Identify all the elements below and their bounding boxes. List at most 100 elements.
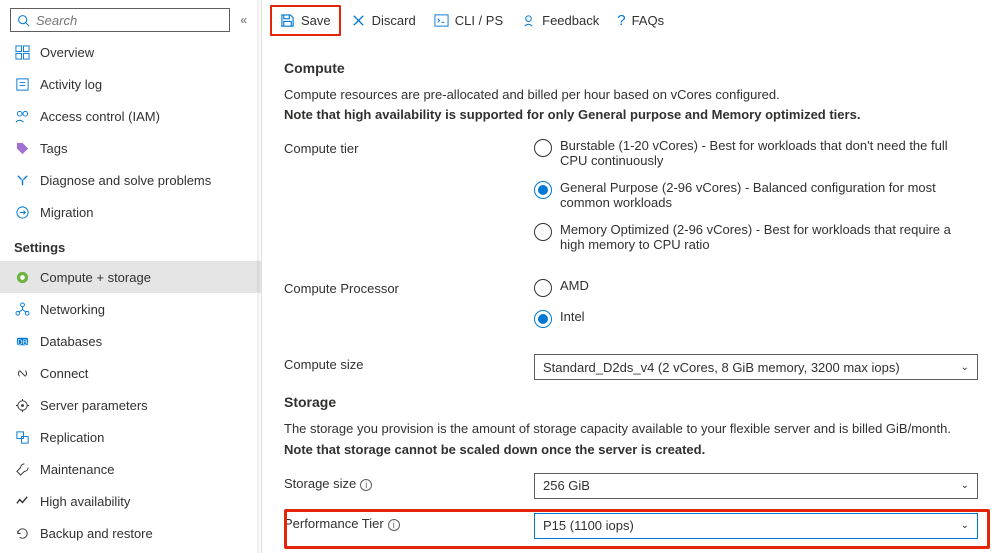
svg-text:DB: DB [17, 337, 27, 346]
faqs-button[interactable]: ? FAQs [609, 6, 672, 35]
save-icon [280, 13, 295, 28]
overview-icon [14, 44, 30, 60]
search-icon [17, 14, 30, 27]
sidebar-item-label: Overview [40, 45, 94, 60]
compute-tier-general-purpose[interactable]: General Purpose (2-96 vCores) - Balanced… [534, 180, 978, 210]
discard-icon [351, 13, 366, 28]
sidebar-item-label: Databases [40, 334, 102, 349]
search-input-wrapper[interactable] [10, 8, 230, 32]
sidebar-item-migration[interactable]: Migration [0, 196, 261, 228]
connect-icon [14, 365, 30, 381]
toolbar: Save Discard CLI / PS Feedback ? FAQs [262, 0, 1000, 40]
sidebar-item-overview[interactable]: Overview [0, 36, 261, 68]
access-control-icon [14, 108, 30, 124]
toolbar-label: Feedback [542, 13, 599, 28]
feedback-button[interactable]: Feedback [513, 7, 607, 34]
server-parameters-icon [14, 397, 30, 413]
sidebar-item-access-control[interactable]: Access control (IAM) [0, 100, 261, 132]
toolbar-label: Discard [372, 13, 416, 28]
sidebar-item-replication[interactable]: Replication [0, 421, 261, 453]
radio-label: General Purpose (2-96 vCores) - Balanced… [560, 180, 978, 210]
faqs-icon: ? [617, 12, 625, 29]
chevron-down-icon: ⌄ [961, 362, 969, 373]
replication-icon [14, 429, 30, 445]
sidebar-item-connect[interactable]: Connect [0, 357, 261, 389]
chevron-down-icon: ⌄ [961, 520, 969, 531]
settings-section-header: Settings [0, 228, 261, 261]
storage-size-select[interactable]: 256 GiB⌄ [534, 473, 978, 499]
compute-processor-label: Compute Processor [284, 278, 534, 296]
compute-processor-intel[interactable]: Intel [534, 309, 978, 328]
sidebar-item-label: Server parameters [40, 398, 148, 413]
cli-icon [434, 13, 449, 28]
radio-label: Burstable (1-20 vCores) - Best for workl… [560, 138, 978, 168]
performance-tier-label: Performance Tieri [284, 513, 534, 531]
cli-ps-button[interactable]: CLI / PS [426, 7, 511, 34]
sidebar-item-label: High availability [40, 494, 130, 509]
sidebar-item-activity-log[interactable]: Activity log [0, 68, 261, 100]
sidebar: « Overview Activity log Access control (… [0, 0, 262, 553]
sidebar-item-label: Diagnose and solve problems [40, 173, 211, 188]
radio-icon [534, 223, 552, 241]
databases-icon: DB [14, 333, 30, 349]
radio-label: AMD [560, 278, 589, 293]
save-button[interactable]: Save [270, 5, 341, 36]
sidebar-item-label: Activity log [40, 77, 102, 92]
migration-icon [14, 204, 30, 220]
select-value: 256 GiB [543, 478, 590, 493]
sidebar-item-compute-storage[interactable]: Compute + storage [0, 261, 261, 293]
toolbar-label: FAQs [632, 13, 665, 28]
info-icon[interactable]: i [360, 479, 372, 491]
sidebar-item-high-availability[interactable]: High availability [0, 485, 261, 517]
sidebar-item-label: Backup and restore [40, 526, 153, 541]
sidebar-item-label: Tags [40, 141, 67, 156]
sidebar-item-label: Maintenance [40, 462, 114, 477]
storage-heading: Storage [284, 394, 978, 410]
radio-label: Intel [560, 309, 585, 324]
info-icon[interactable]: i [388, 519, 400, 531]
compute-note: Note that high availability is supported… [284, 106, 978, 124]
sidebar-item-label: Access control (IAM) [40, 109, 160, 124]
sidebar-item-backup-restore[interactable]: Backup and restore [0, 517, 261, 549]
sidebar-item-tags[interactable]: Tags [0, 132, 261, 164]
sidebar-item-label: Replication [40, 430, 104, 445]
sidebar-item-label: Compute + storage [40, 270, 151, 285]
compute-processor-amd[interactable]: AMD [534, 278, 978, 297]
search-input[interactable] [36, 13, 223, 28]
radio-icon [534, 279, 552, 297]
select-value: P15 (1100 iops) [543, 518, 634, 533]
compute-tier-burstable[interactable]: Burstable (1-20 vCores) - Best for workl… [534, 138, 978, 168]
feedback-icon [521, 13, 536, 28]
activity-log-icon [14, 76, 30, 92]
compute-size-select[interactable]: Standard_D2ds_v4 (2 vCores, 8 GiB memory… [534, 354, 978, 380]
select-value: Standard_D2ds_v4 (2 vCores, 8 GiB memory… [543, 360, 900, 375]
radio-icon [534, 310, 552, 328]
discard-button[interactable]: Discard [343, 7, 424, 34]
sidebar-item-diagnose[interactable]: Diagnose and solve problems [0, 164, 261, 196]
networking-icon [14, 301, 30, 317]
compute-description: Compute resources are pre-allocated and … [284, 86, 978, 104]
toolbar-label: Save [301, 13, 331, 28]
sidebar-item-label: Networking [40, 302, 105, 317]
radio-label: Memory Optimized (2-96 vCores) - Best fo… [560, 222, 978, 252]
storage-description: The storage you provision is the amount … [284, 420, 978, 438]
sidebar-item-label: Connect [40, 366, 88, 381]
sidebar-item-networking[interactable]: Networking [0, 293, 261, 325]
storage-note: Note that storage cannot be scaled down … [284, 441, 978, 459]
compute-size-label: Compute size [284, 354, 534, 372]
compute-heading: Compute [284, 60, 978, 76]
collapse-sidebar-button[interactable]: « [236, 11, 251, 29]
sidebar-item-maintenance[interactable]: Maintenance [0, 453, 261, 485]
sidebar-item-databases[interactable]: DB Databases [0, 325, 261, 357]
high-availability-icon [14, 493, 30, 509]
sidebar-item-label: Migration [40, 205, 93, 220]
sidebar-item-server-parameters[interactable]: Server parameters [0, 389, 261, 421]
performance-tier-select[interactable]: P15 (1100 iops) ⌄ [534, 513, 978, 539]
compute-tier-memory-optimized[interactable]: Memory Optimized (2-96 vCores) - Best fo… [534, 222, 978, 252]
compute-storage-icon [14, 269, 30, 285]
backup-restore-icon [14, 525, 30, 541]
tags-icon [14, 140, 30, 156]
radio-icon [534, 139, 552, 157]
toolbar-label: CLI / PS [455, 13, 503, 28]
radio-icon [534, 181, 552, 199]
